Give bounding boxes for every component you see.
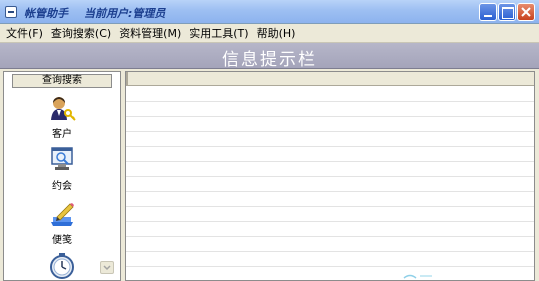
user-name: 管理员 [132, 7, 166, 20]
banner-title: 信息提示栏 [222, 50, 317, 70]
title-bar: 帐管助手 当前用户:管理员 [0, 0, 539, 24]
menu-tools[interactable]: 实用工具(T) [185, 25, 252, 42]
chevron-down-icon [103, 265, 111, 271]
window-title: 帐管助手 当前用户:管理员 [24, 5, 165, 21]
close-icon [521, 7, 531, 17]
menu-help[interactable]: 帮助(H) [253, 25, 300, 42]
notepad-icon [51, 203, 74, 226]
nav-label-appointment: 约会 [52, 181, 72, 192]
nav-item-appointment[interactable]: 约会 [4, 146, 120, 192]
nav-scroll-down-button[interactable] [100, 261, 114, 274]
info-list-panel[interactable] [125, 71, 535, 281]
list-rows[interactable] [126, 87, 534, 281]
nav-label-notepad: 便笺 [52, 235, 72, 246]
watermark-logo-icon [403, 274, 432, 279]
left-nav-panel: 查询搜索 客户 约会 便笺 [3, 71, 121, 281]
maximize-button[interactable] [498, 3, 516, 21]
list-column-header[interactable] [126, 72, 534, 86]
system-menu-icon[interactable] [5, 6, 17, 18]
nav-label-customer: 客户 [52, 129, 72, 140]
minimize-button[interactable] [479, 3, 497, 21]
menu-bar: 文件(F) 查询搜索(C) 资料管理(M) 实用工具(T) 帮助(H) [0, 24, 539, 43]
menu-data-management[interactable]: 资料管理(M) [115, 25, 185, 42]
app-title: 帐管助手 [24, 7, 68, 20]
nav-item-notepad[interactable]: 便笺 [4, 200, 120, 246]
nav-item-customer[interactable]: 客户 [4, 94, 120, 140]
nav-header-button[interactable]: 查询搜索 [12, 74, 112, 88]
appointment-icon [51, 147, 73, 170]
menu-file[interactable]: 文件(F) [2, 25, 47, 42]
close-button[interactable] [517, 3, 535, 21]
clock-icon [50, 253, 74, 279]
info-banner: 信息提示栏 [0, 43, 539, 70]
user-label: 当前用户: [84, 7, 133, 20]
menu-search[interactable]: 查询搜索(C) [47, 25, 115, 42]
customer-icon [51, 97, 76, 121]
